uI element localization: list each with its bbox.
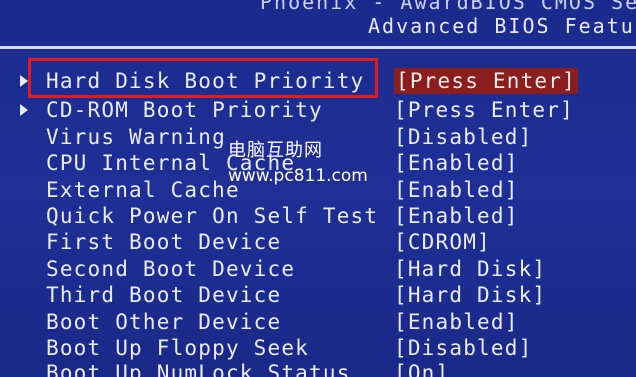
watermark: 电脑互助网 www.pc811.com: [228, 136, 368, 186]
setting-row-second-boot-device[interactable]: Second Boot Device [Hard Disk]: [0, 256, 636, 282]
setting-value[interactable]: [On]: [394, 360, 449, 377]
setting-label: External Cache: [46, 178, 240, 202]
setting-value[interactable]: [Disabled]: [394, 124, 532, 150]
setting-value[interactable]: [Hard Disk]: [394, 282, 546, 308]
bios-screen: Phoenix - AwardBIOS CMOS Se Advanced BIO…: [0, 0, 636, 377]
setting-row-boot-up-numlock-status[interactable]: Boot Up NumLock Status [On]: [0, 360, 636, 377]
setting-label: Boot Up Floppy Seek: [46, 336, 310, 360]
setting-value[interactable]: [Enabled]: [394, 150, 519, 176]
setting-value[interactable]: [Enabled]: [394, 203, 519, 229]
setting-label: Third Boot Device: [46, 283, 282, 307]
watermark-url: www.pc811.com: [228, 166, 368, 186]
setting-row-boot-up-floppy-seek[interactable]: Boot Up Floppy Seek [Disabled]: [0, 335, 636, 361]
setting-label: First Boot Device: [46, 230, 282, 254]
setting-label: CD-ROM Boot Priority: [46, 98, 323, 122]
setting-value[interactable]: [Press Enter]: [394, 68, 578, 94]
bios-settings-list: Hard Disk Boot Priority [Press Enter] CD…: [0, 58, 636, 377]
setting-label: Second Boot Device: [46, 257, 296, 281]
setting-label: Quick Power On Self Test: [46, 204, 379, 228]
highlight-annotation-box: [28, 58, 378, 98]
bios-header: Phoenix - AwardBIOS CMOS Se Advanced BIO…: [0, 0, 636, 49]
bios-page-title: Advanced BIOS Featu: [368, 14, 635, 38]
setting-value[interactable]: [Press Enter]: [394, 97, 574, 123]
setting-label: Boot Up NumLock Status: [46, 361, 351, 377]
setting-row-boot-other-device[interactable]: Boot Other Device [Enabled]: [0, 309, 636, 335]
submenu-arrow-icon: [20, 75, 28, 87]
bios-brand-title: Phoenix - AwardBIOS CMOS Se: [260, 0, 636, 14]
submenu-arrow-icon: [20, 104, 28, 116]
setting-label: Virus Warning: [46, 125, 226, 149]
setting-value[interactable]: [Hard Disk]: [394, 256, 546, 282]
setting-label: Boot Other Device: [46, 310, 282, 334]
setting-row-first-boot-device[interactable]: First Boot Device [CDROM]: [0, 229, 636, 255]
setting-row-cdrom-boot-priority[interactable]: CD-ROM Boot Priority [Press Enter]: [0, 97, 636, 123]
setting-value[interactable]: [Enabled]: [394, 177, 519, 203]
setting-row-third-boot-device[interactable]: Third Boot Device [Hard Disk]: [0, 282, 636, 308]
setting-value[interactable]: [Enabled]: [394, 309, 519, 335]
setting-value[interactable]: [Disabled]: [394, 335, 532, 361]
setting-value[interactable]: [CDROM]: [394, 229, 491, 255]
setting-row-quick-power-on-self-test[interactable]: Quick Power On Self Test [Enabled]: [0, 203, 636, 229]
header-divider: [0, 46, 636, 49]
watermark-site-name: 电脑互助网: [228, 140, 323, 161]
